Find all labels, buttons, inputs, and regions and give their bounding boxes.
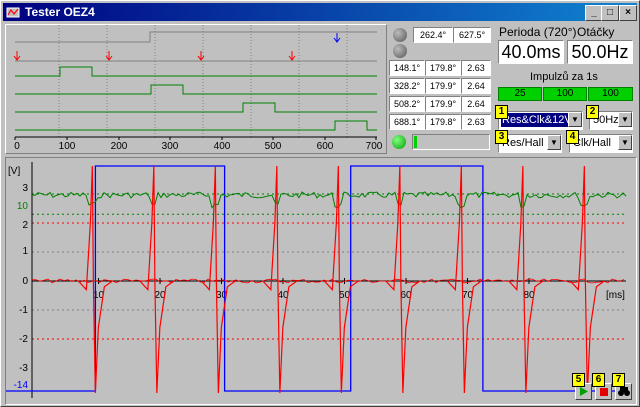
period-value: 40.0ms <box>498 40 564 64</box>
badge-1: 1 <box>495 105 508 119</box>
timing-x-tick: 200 <box>111 141 128 152</box>
sensor1-angle-b: 627.5° <box>453 27 491 43</box>
rpm-value: 50.0Hz <box>567 40 633 64</box>
mode-select[interactable]: Res&Clk&12V ▼ <box>498 111 583 130</box>
y-tick-label: -14 <box>14 380 29 391</box>
y-tick-label: -2 <box>19 334 28 345</box>
y-tick-label: -3 <box>19 363 28 374</box>
y-tick-label: 3 <box>22 183 28 194</box>
ch2-angle: 328.2° <box>389 78 425 94</box>
ch4-width: 179.8° <box>425 114 461 130</box>
badge-7: 7 <box>612 373 625 387</box>
main-window: Tester OEZ4 _ □ × 0 100 200 300 400 500 … <box>0 0 640 407</box>
timing-x-tick: 700 <box>366 141 383 152</box>
timing-x-tick: 300 <box>162 141 179 152</box>
chevron-down-icon[interactable]: ▼ <box>618 112 632 127</box>
timing-diagram: 0 100 200 300 400 500 600 700 <box>7 25 385 152</box>
oscilloscope-chart: [V]310210-1-2-3-1410 20 30 40 50 60 70 80 [ms] <box>6 158 635 403</box>
ch4-angle: 688.1° <box>389 114 425 130</box>
app-icon <box>6 7 20 18</box>
y-axis-unit: [V] <box>8 166 20 177</box>
maximize-button[interactable]: □ <box>601 5 619 21</box>
pulses-value-3: 100 <box>588 87 633 101</box>
pulses-value-2: 100 <box>543 87 587 101</box>
ch1-angle: 148.1° <box>389 60 425 76</box>
ch4-time: 2.63 ms <box>461 114 491 141</box>
pulses-label: Impulzů za 1s <box>530 71 598 83</box>
title-bar[interactable]: Tester OEZ4 _ □ × <box>3 3 637 21</box>
y-tick-label: 2 <box>22 220 28 231</box>
progress-fill <box>414 136 417 148</box>
y-tick-label: -1 <box>19 305 28 316</box>
badge-2: 2 <box>586 105 599 119</box>
timing-x-tick: 100 <box>59 141 76 152</box>
ch2-time: 2.64 ms <box>461 78 491 105</box>
y-tick-label: 0 <box>22 276 28 287</box>
y-tick-label: 10 <box>17 201 29 212</box>
badge-3: 3 <box>495 130 508 144</box>
timing-x-tick: 600 <box>317 141 334 152</box>
ch1-width: 179.8° <box>425 60 461 76</box>
badge-5: 5 <box>572 373 585 387</box>
chevron-down-icon[interactable]: ▼ <box>568 112 582 127</box>
badge-6: 6 <box>592 373 605 387</box>
close-button[interactable]: × <box>619 5 637 21</box>
sensor1-led <box>393 28 407 42</box>
progress-bar <box>412 134 490 150</box>
chevron-down-icon[interactable]: ▼ <box>618 135 632 150</box>
rpm-label: Otáčky <box>577 25 615 39</box>
status-led <box>392 135 406 149</box>
ch3-time: 2.64 ms <box>461 96 491 123</box>
badge-4: 4 <box>566 130 579 144</box>
chevron-down-icon[interactable]: ▼ <box>547 135 561 150</box>
ch1-time: 2.63 ms <box>461 60 491 87</box>
ch3-angle: 508.2° <box>389 96 425 112</box>
window-title: Tester OEZ4 <box>25 5 95 19</box>
timing-x-tick: 0 <box>14 141 20 152</box>
pulses-value-1: 25 <box>498 87 542 101</box>
y-tick-label: 1 <box>22 246 28 257</box>
mode-select-value: Res&Clk&12V <box>501 113 573 127</box>
timing-x-tick: 500 <box>265 141 282 152</box>
sensor2-led <box>393 44 407 58</box>
ch2-width: 179.9° <box>425 78 461 94</box>
ch3-width: 179.9° <box>425 96 461 112</box>
period-label: Perioda (720°) <box>499 25 577 39</box>
timing-x-tick: 400 <box>214 141 231 152</box>
x-axis-unit: [ms] <box>606 290 625 301</box>
sensor1-angle-a: 262.4° <box>413 27 453 43</box>
